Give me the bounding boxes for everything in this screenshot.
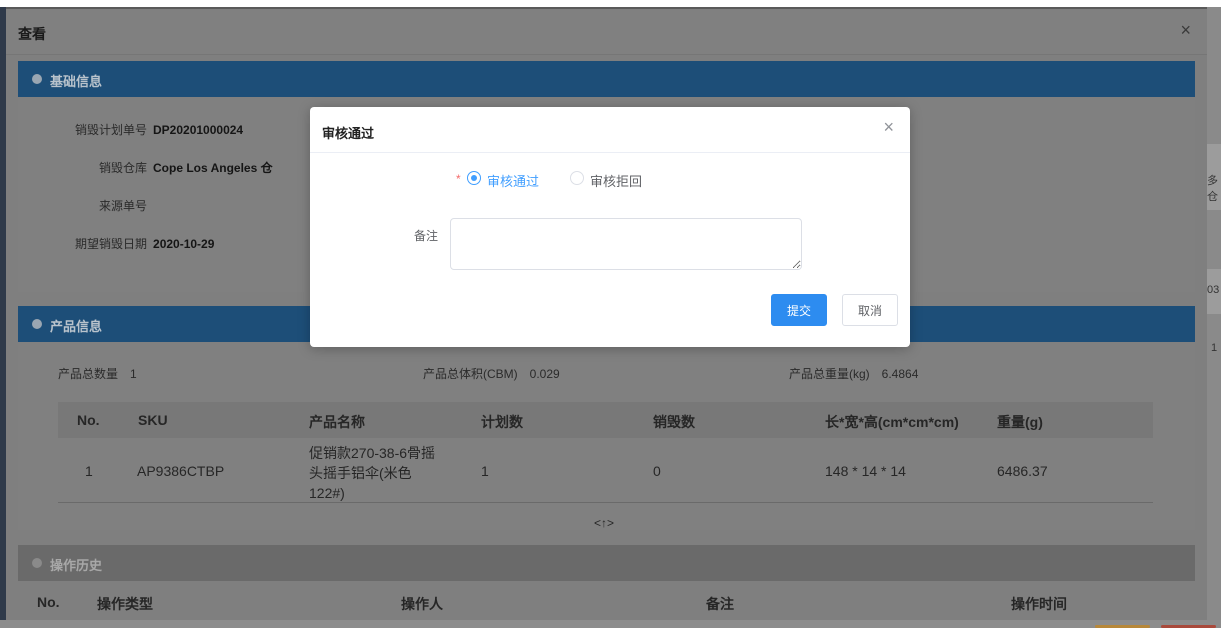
- history-table-header: No. 操作类型 操作人 备注 操作时间: [18, 590, 1195, 620]
- column-header: No.: [77, 412, 100, 428]
- history-section-bar: 操作历史: [18, 545, 1195, 581]
- section-bullet-icon: [32, 558, 42, 568]
- radio-unchecked-icon: [570, 171, 584, 185]
- column-header: 长*宽*高(cm*cm*cm): [825, 414, 959, 430]
- basic-info-title: 基础信息: [50, 74, 103, 89]
- column-header: SKU: [138, 412, 168, 428]
- column-header: 重量(g): [997, 414, 1043, 430]
- close-icon[interactable]: ×: [1180, 20, 1191, 41]
- panel-header: 查看 ×: [6, 9, 1207, 55]
- column-header: 操作时间: [1011, 596, 1067, 612]
- approval-dialog: 审核通过 × * 审核通过 审核拒回 备注 提交 取消: [310, 107, 910, 347]
- close-icon[interactable]: ×: [883, 118, 894, 136]
- dialog-title: 审核通过: [322, 126, 375, 141]
- column-header: 操作人: [401, 596, 443, 612]
- column-header: 销毁数: [653, 414, 695, 430]
- radio-approve-label: 审核通过: [487, 174, 540, 189]
- field-warehouse: 销毁仓库 Cope Los Angeles 仓: [99, 161, 273, 175]
- background-right-strip: 多仓 03 1: [1207, 7, 1221, 628]
- cell-planned: 1: [481, 463, 489, 479]
- column-header: 产品名称: [309, 414, 365, 430]
- background-top-bar: [0, 0, 1221, 7]
- background-right-text: 1: [1211, 342, 1218, 354]
- radio-checked-icon: [467, 171, 481, 185]
- column-header: 操作类型: [97, 596, 153, 612]
- radio-reject-label: 审核拒回: [590, 174, 643, 189]
- cell-dimensions: 148 * 14 * 14: [825, 463, 906, 479]
- panel-title: 查看: [18, 26, 46, 42]
- stat-total-quantity: 产品总数量 1: [58, 367, 137, 381]
- required-mark: *: [456, 172, 461, 186]
- submit-button[interactable]: 提交: [771, 294, 827, 326]
- cancel-button[interactable]: 取消: [842, 294, 898, 326]
- field-expected-date: 期望销毁日期 2020-10-29: [75, 237, 215, 251]
- section-bullet-icon: [32, 74, 42, 84]
- cell-weight: 6486.37: [997, 463, 1048, 479]
- history-title: 操作历史: [50, 558, 103, 573]
- dialog-header: 审核通过 ×: [310, 107, 910, 153]
- cell-sku: AP9386CTBP: [137, 463, 225, 479]
- basic-info-section-bar: 基础信息: [18, 61, 1195, 97]
- background-right-text: 03: [1207, 284, 1220, 296]
- background-right-text: 多仓: [1207, 175, 1218, 203]
- section-bullet-icon: [32, 319, 42, 329]
- column-header: No.: [37, 594, 60, 610]
- product-stats: 产品总数量 1 产品总体积(CBM) 0.029 产品总重量(kg) 6.4864: [58, 365, 1158, 381]
- cell-product-name: 促销款270-38-6骨摇头摇手铝伞(米色 122#): [309, 445, 436, 501]
- product-table-header: No. SKU 产品名称 计划数 销毁数 长*宽*高(cm*cm*cm) 重量(…: [58, 402, 1153, 438]
- column-header: 计划数: [481, 414, 523, 430]
- product-info-title: 产品信息: [50, 319, 103, 334]
- stat-total-weight: 产品总重量(kg) 6.4864: [789, 367, 919, 381]
- expand-toggle-icon[interactable]: <↑>: [594, 516, 614, 530]
- stat-total-volume: 产品总体积(CBM) 0.029: [423, 367, 560, 381]
- background-bottom-bar: [0, 620, 1221, 628]
- table-row: 1 AP9386CTBP 促销款270-38-6骨摇头摇手铝伞(米色 122#)…: [58, 439, 1153, 503]
- remark-textarea[interactable]: [450, 218, 802, 270]
- column-header: 备注: [706, 596, 734, 612]
- field-plan-number: 销毁计划单号 DP20201000024: [75, 123, 244, 137]
- cell-no: 1: [85, 463, 93, 479]
- field-source-number: 来源单号: [99, 199, 148, 213]
- cell-destroyed: 0: [653, 463, 661, 479]
- remark-label: 备注: [414, 229, 439, 243]
